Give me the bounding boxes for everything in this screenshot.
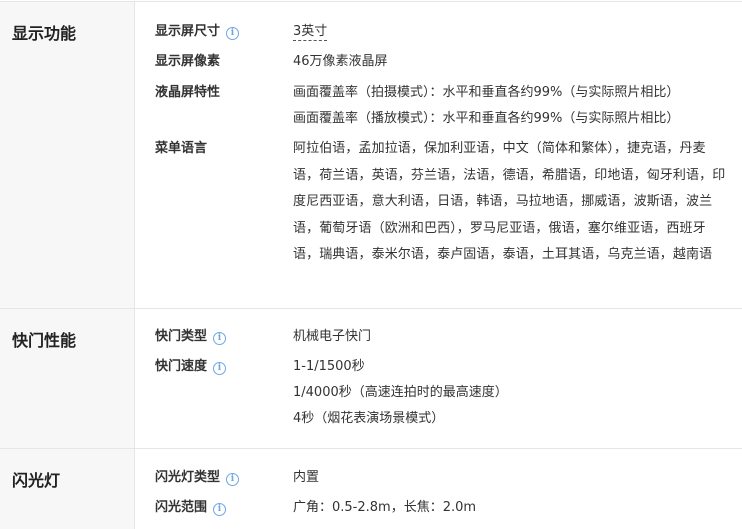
section-title-cell: 闪光灯: [0, 449, 135, 529]
spec-value: 内置: [293, 470, 320, 485]
spec-label: 菜单语言: [155, 141, 208, 156]
spec-label: 显示屏尺寸: [155, 24, 221, 39]
section-body: 闪光灯类型 i 内置 闪光范围 i 广角：0.5-2.8m，长焦：2.0m: [135, 449, 742, 529]
spec-label: 闪光灯类型: [155, 470, 221, 485]
info-circle-icon[interactable]: i: [226, 473, 240, 486]
spec-table: 显示功能 显示屏尺寸 i 3英寸 显示屏像素 46万像素液晶屏 液晶屏特性 画面…: [0, 0, 742, 529]
section-display: 显示功能 显示屏尺寸 i 3英寸 显示屏像素 46万像素液晶屏 液晶屏特性 画面…: [0, 2, 742, 308]
section-body: 快门类型 i 机械电子快门 快门速度 i 1-1/1500秒 1/4000秒（高速连…: [135, 309, 742, 448]
spec-value: 画面覆盖率（播放模式）：水平和垂直各约99%（与实际照片相比）: [293, 111, 680, 126]
section-title: 显示功能: [12, 24, 77, 43]
spec-label: 快门类型: [155, 329, 208, 344]
info-circle-icon[interactable]: i: [213, 332, 227, 345]
section-title: 闪光灯: [12, 471, 61, 490]
spec-value: 4秒（烟花表演场景模式）: [293, 411, 445, 426]
section-shutter: 快门性能 快门类型 i 机械电子快门 快门速度 i 1-1/1500秒 1/4000…: [0, 309, 742, 448]
spec-value: 画面覆盖率（拍摄模式）：水平和垂直各约99%（与实际照片相比）: [293, 85, 680, 100]
spec-label: 液晶屏特性: [155, 85, 221, 100]
section-title: 快门性能: [12, 331, 77, 350]
info-circle-icon[interactable]: i: [213, 503, 227, 516]
spec-value: 阿拉伯语，孟加拉语，保加利亚语，中文（简体和繁体），捷克语，丹麦语，荷兰语，英语…: [293, 141, 726, 262]
spec-label: 显示屏像素: [155, 54, 221, 69]
spec-label: 快门速度: [155, 359, 208, 374]
spec-value-link[interactable]: 3英寸: [293, 24, 328, 41]
section-title-cell: 快门性能: [0, 309, 135, 448]
info-circle-icon[interactable]: i: [213, 362, 227, 375]
spec-value: 1-1/1500秒: [293, 359, 365, 374]
section-body: 显示屏尺寸 i 3英寸 显示屏像素 46万像素液晶屏 液晶屏特性 画面覆盖率（拍摄…: [135, 2, 742, 308]
spec-value: 1/4000秒（高速连拍时的最高速度）: [293, 385, 508, 400]
spec-value: 机械电子快门: [293, 329, 372, 344]
section-title-cell: 显示功能: [0, 2, 135, 308]
info-circle-icon[interactable]: i: [226, 27, 240, 40]
spec-value: 46万像素液晶屏: [293, 54, 388, 69]
spec-label: 闪光范围: [155, 500, 208, 515]
section-flash: 闪光灯 闪光灯类型 i 内置 闪光范围 i 广角：0.5-2.8m，长焦：2.0m: [0, 449, 742, 529]
spec-value: 广角：0.5-2.8m，长焦：2.0m: [293, 500, 477, 515]
